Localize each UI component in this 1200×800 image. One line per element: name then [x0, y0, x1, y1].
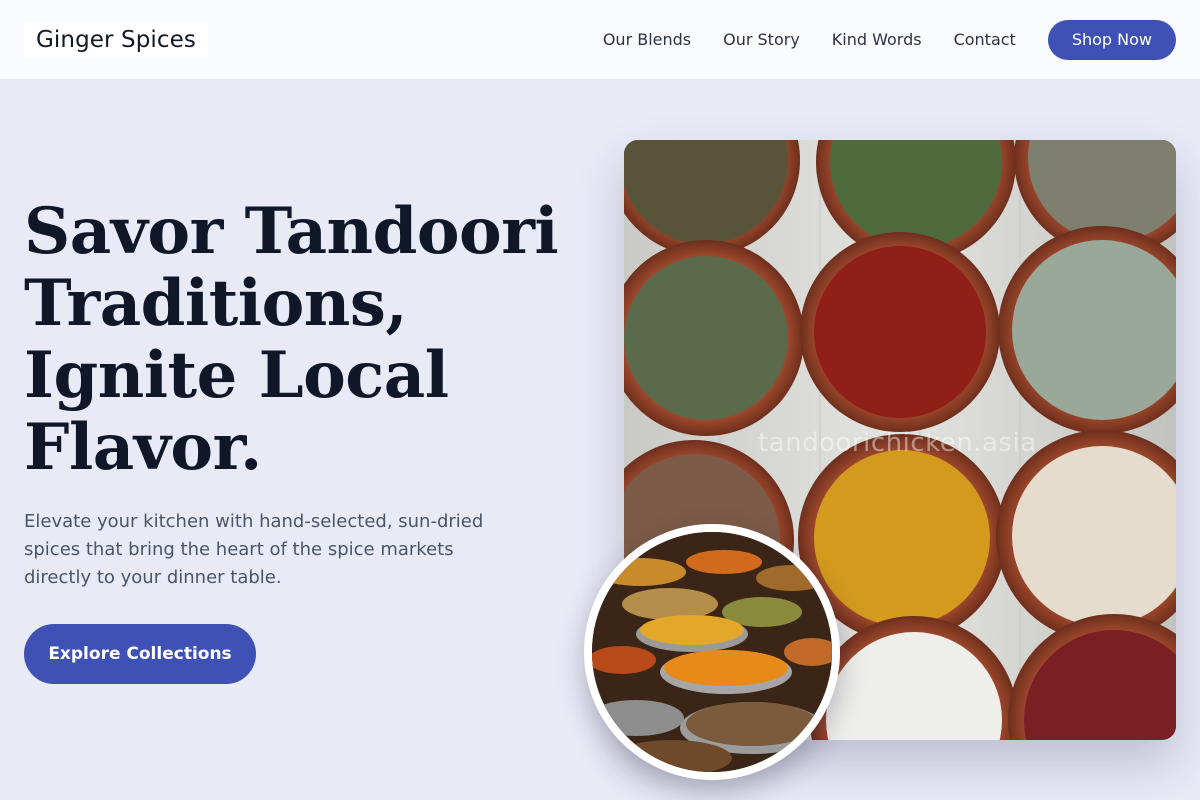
hero-title-line-1: Savor Tandoori: [24, 194, 559, 269]
brand-logo[interactable]: Ginger Spices: [24, 20, 208, 59]
hero-title: Savor Tandoori Traditions, Ignite Local …: [24, 196, 584, 484]
main-image-watermark: tandoorichicken.asia: [758, 428, 1037, 458]
shop-now-button[interactable]: Shop Now: [1047, 19, 1176, 60]
nav-link-kind-words[interactable]: Kind Words: [832, 30, 922, 49]
hero-title-line-4: Flavor.: [24, 410, 262, 485]
site-header: Ginger Spices Our Blends Our Story Kind …: [0, 0, 1200, 80]
explore-collections-button[interactable]: Explore Collections: [24, 624, 256, 684]
spice-market-inset-image: [584, 524, 840, 780]
hero-title-line-2: Traditions,: [24, 266, 408, 341]
hero-subtitle: Elevate your kitchen with hand-selected,…: [24, 511, 484, 588]
nav-link-our-blends[interactable]: Our Blends: [603, 30, 691, 49]
nav-link-contact[interactable]: Contact: [954, 30, 1016, 49]
main-nav: Our Blends Our Story Kind Words Contact …: [603, 19, 1176, 60]
spice-market-illustration: [592, 532, 832, 772]
nav-link-our-story[interactable]: Our Story: [723, 30, 800, 49]
hero-title-line-3: Ignite Local: [24, 338, 449, 413]
